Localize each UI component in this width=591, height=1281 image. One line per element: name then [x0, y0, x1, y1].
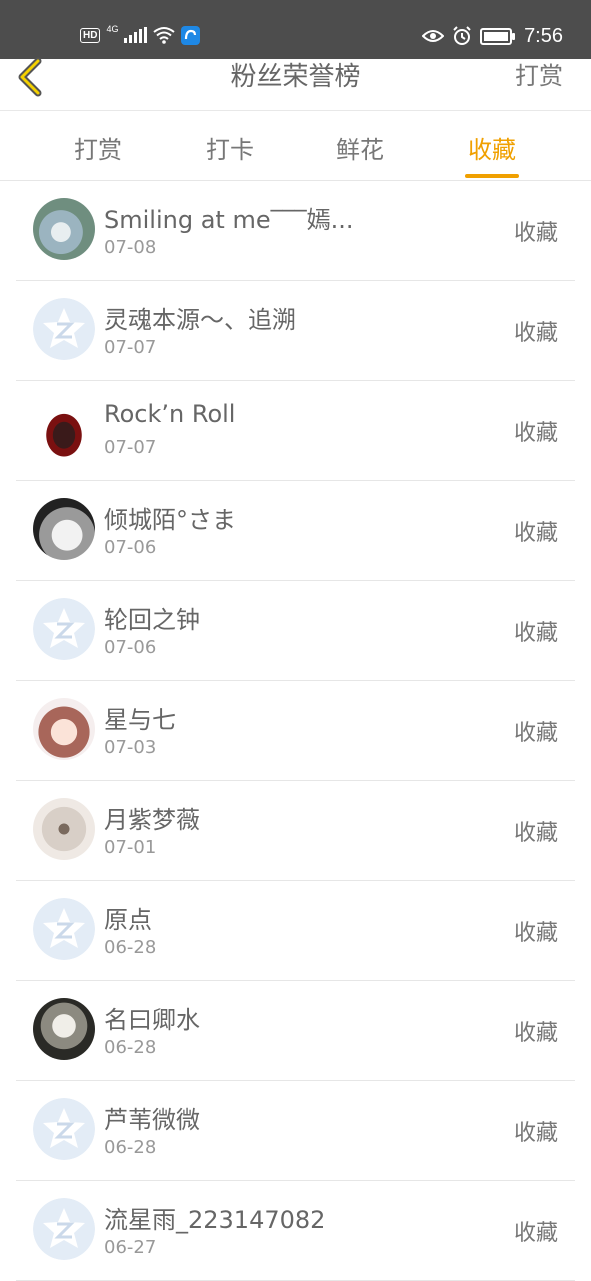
fan-date: 07-07	[104, 437, 157, 458]
hd-badge: HD	[80, 27, 101, 43]
status-right: 7:56	[422, 24, 563, 48]
favorite-label: 收藏	[513, 421, 558, 446]
battery-icon	[480, 27, 516, 45]
list-item[interactable]: 流星雨_223147082 06-27 收藏	[16, 1181, 575, 1281]
favorite-label: 收藏	[513, 321, 558, 346]
default-avatar-icon	[33, 598, 95, 660]
list-item[interactable]: 星与七 07-03 收藏	[16, 681, 575, 781]
favorite-label: 收藏	[513, 221, 558, 246]
fan-name: 名曰卿水	[104, 1006, 200, 1034]
fan-name: 流星雨_223147082	[104, 1206, 326, 1234]
favorite-label: 收藏	[513, 721, 558, 746]
tab-favorites[interactable]: 收藏	[447, 130, 537, 165]
fan-date: 07-01	[104, 837, 157, 858]
favorite-label: 收藏	[513, 1121, 558, 1146]
wifi-icon	[153, 27, 176, 44]
fan-name: 灵魂本源～、追溯	[104, 306, 296, 334]
avatar	[33, 198, 95, 260]
list-item[interactable]: Smiling at me‾‾‾嫣... 07-08 收藏	[16, 181, 575, 281]
page-title: 粉丝荣誉榜	[230, 62, 361, 92]
list-item[interactable]: Rock’n Roll 07-07 收藏	[16, 381, 575, 481]
avatar	[33, 698, 95, 760]
tab-flowers[interactable]: 鲜花	[315, 130, 405, 165]
fan-list: Smiling at me‾‾‾嫣... 07-08 收藏 灵魂本源～、追溯 0…	[16, 181, 575, 1281]
default-avatar-icon	[33, 1098, 95, 1160]
default-avatar-icon	[33, 1198, 95, 1260]
avatar	[33, 998, 95, 1060]
fan-date: 07-08	[104, 237, 157, 258]
fan-date: 06-27	[104, 1237, 157, 1258]
clock: 7:56	[524, 24, 563, 47]
fan-date: 06-28	[104, 1037, 157, 1058]
list-item[interactable]: 灵魂本源～、追溯 07-07 收藏	[16, 281, 575, 381]
favorite-label: 收藏	[513, 821, 558, 846]
fan-date: 06-28	[104, 1137, 157, 1158]
fan-name: 原点	[104, 906, 152, 934]
fan-date: 06-28	[104, 937, 157, 958]
fan-date: 07-07	[104, 337, 157, 358]
signal-icon	[124, 27, 148, 43]
fan-name: 轮回之钟	[104, 606, 200, 634]
tab-reward[interactable]: 打赏	[53, 130, 143, 165]
status-bar: HD 4G 7:56	[0, 0, 591, 59]
list-item[interactable]: 名曰卿水 06-28 收藏	[16, 981, 575, 1081]
favorite-label: 收藏	[513, 1021, 558, 1046]
fan-name: Rock’n Roll	[104, 400, 236, 428]
active-tab-indicator	[465, 174, 519, 178]
network-type: 4G	[106, 24, 119, 34]
avatar	[33, 398, 95, 460]
list-item[interactable]: 轮回之钟 07-06 收藏	[16, 581, 575, 681]
eye-icon	[422, 30, 445, 42]
list-item[interactable]: 芦苇微微 06-28 收藏	[16, 1081, 575, 1181]
default-avatar-icon	[33, 898, 95, 960]
fan-name: Smiling at me‾‾‾嫣...	[104, 206, 354, 234]
fan-date: 07-03	[104, 737, 157, 758]
app-icon	[181, 25, 201, 45]
default-avatar-icon	[33, 298, 95, 360]
fan-name: 星与七	[104, 706, 176, 734]
favorite-label: 收藏	[513, 1221, 558, 1246]
reward-button[interactable]: 打赏	[515, 59, 563, 93]
list-item[interactable]: 月紫梦薇 07-01 收藏	[16, 781, 575, 881]
favorite-label: 收藏	[513, 521, 558, 546]
fan-name: 芦苇微微	[104, 1106, 200, 1134]
favorite-label: 收藏	[513, 921, 558, 946]
fan-name: 月紫梦薇	[104, 806, 200, 834]
list-item[interactable]: 原点 06-28 收藏	[16, 881, 575, 981]
fan-name: 倾城陌°さま	[104, 506, 236, 534]
avatar	[33, 498, 95, 560]
top-nav-bar: 粉丝荣誉榜 打赏	[0, 57, 591, 111]
status-left: HD 4G	[80, 24, 201, 46]
tab-bar: 打赏 打卡 鲜花 收藏	[0, 111, 591, 181]
alarm-icon	[453, 26, 471, 45]
avatar	[33, 798, 95, 860]
tab-checkin[interactable]: 打卡	[185, 130, 275, 165]
fan-date: 07-06	[104, 537, 157, 558]
fan-date: 07-06	[104, 637, 157, 658]
list-item[interactable]: 倾城陌°さま 07-06 收藏	[16, 481, 575, 581]
favorite-label: 收藏	[513, 621, 558, 646]
